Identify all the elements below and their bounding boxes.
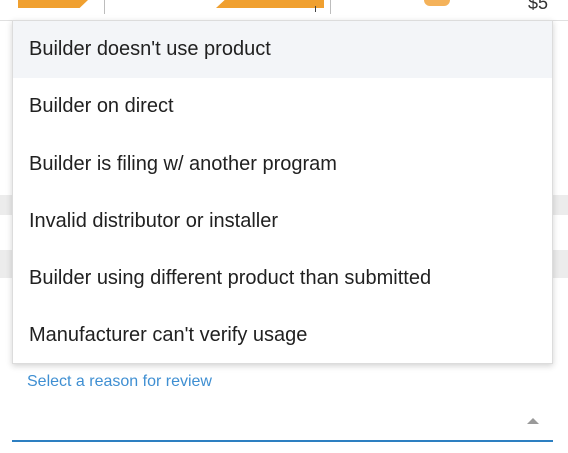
reason-dropdown-menu: Builder doesn't use product Builder on d… <box>12 20 553 364</box>
select-underline <box>12 440 553 442</box>
option-invalid-distributor-or-installer[interactable]: Invalid distributor or installer <box>13 193 552 250</box>
select-label: Select a reason for review <box>27 373 212 390</box>
reason-select-field[interactable]: Select a reason for review <box>12 364 553 442</box>
column-divider <box>315 6 316 12</box>
option-builder-doesnt-use-product[interactable]: Builder doesn't use product <box>13 21 552 79</box>
status-chip <box>216 0 324 8</box>
price-cell: $5 <box>527 0 548 13</box>
option-manufacturer-cant-verify-usage[interactable]: Manufacturer can't verify usage <box>13 307 552 364</box>
column-divider <box>104 0 105 14</box>
option-builder-on-direct[interactable]: Builder on direct <box>13 78 552 135</box>
option-builder-using-different-product[interactable]: Builder using different product than sub… <box>13 250 552 307</box>
caret-up-icon[interactable] <box>527 418 539 424</box>
column-divider <box>330 0 331 14</box>
status-chip <box>18 0 88 8</box>
status-chip <box>424 0 450 6</box>
option-builder-filing-another-program[interactable]: Builder is filing w/ another program <box>13 136 552 193</box>
